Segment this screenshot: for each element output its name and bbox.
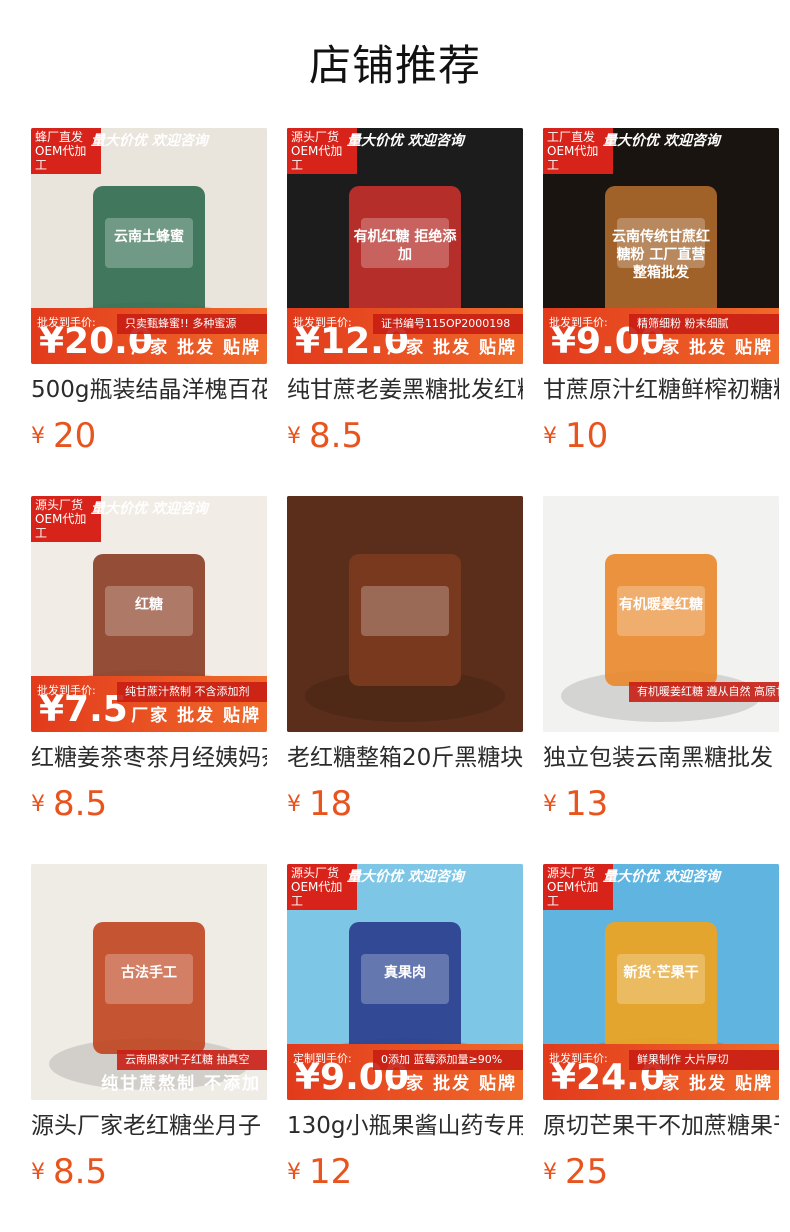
- product-name[interactable]: 独立包装云南黑糖批发: [543, 740, 779, 776]
- price-amount: 18: [309, 784, 353, 824]
- product-name[interactable]: 原切芒果干不加蔗糖果干: [543, 1108, 779, 1144]
- product-price: ¥18: [287, 784, 352, 828]
- product-label: 有机红糖 拒绝添加: [353, 229, 457, 263]
- promo-strip: 鲜果制作 大片厚切: [629, 1050, 779, 1070]
- price-value: ¥7.5: [39, 689, 128, 730]
- product-card[interactable]: 源头厂货 OEM代加工 量大价优 欢迎咨询 真果肉 定制到手价: ¥9.00 0添加 蓝莓…: [287, 864, 523, 1204]
- currency-symbol: ¥: [31, 423, 45, 449]
- product-price: ¥8.5: [31, 784, 107, 828]
- price-amount: 12: [309, 1152, 353, 1192]
- currency-symbol: ¥: [543, 423, 557, 449]
- product-image[interactable]: 源头厂货 OEM代加工 量大价优 欢迎咨询 红糖 批发到手价: ¥7.5 纯甘蔗汁熬制 不…: [31, 496, 267, 732]
- feature-tags: 厂家 批发 贴牌: [387, 338, 517, 358]
- currency-symbol: ¥: [543, 1159, 557, 1185]
- promo-text: 量大价优 欢迎咨询: [603, 133, 720, 149]
- product-name[interactable]: 红糖姜茶枣茶月经姨妈茶: [31, 740, 267, 776]
- currency-symbol: ¥: [287, 1159, 301, 1185]
- product-label: 古法手工: [121, 965, 177, 981]
- product-price: ¥12: [287, 1152, 352, 1196]
- product-image[interactable]: 源头厂货 OEM代加工 量大价优 欢迎咨询 新货·芒果干 批发到手价: ¥24.0 鲜果制…: [543, 864, 779, 1100]
- feature-tags: 厂家 批发 贴牌: [131, 338, 261, 358]
- currency-symbol: ¥: [31, 791, 45, 817]
- product-name[interactable]: 500g瓶装结晶洋槐百花蜂蜜: [31, 372, 267, 408]
- feature-tags: 厂家 批发 贴牌: [643, 338, 773, 358]
- price-amount: 8.5: [309, 416, 364, 456]
- product-name[interactable]: 130g小瓶果酱山药专用: [287, 1108, 523, 1144]
- product-card[interactable]: 源头厂货 OEM代加工 量大价优 欢迎咨询 新货·芒果干 批发到手价: ¥24.0 鲜果制…: [543, 864, 779, 1204]
- price-amount: 8.5: [53, 1152, 108, 1192]
- product-label: 新货·芒果干: [623, 965, 699, 981]
- product-name[interactable]: 源头厂家老红糖坐月子: [31, 1108, 267, 1144]
- product-label: 红糖: [135, 597, 163, 613]
- currency-symbol: ¥: [287, 423, 301, 449]
- product-price: ¥8.5: [31, 1152, 107, 1196]
- promo-text: 量大价优 欢迎咨询: [347, 869, 464, 885]
- page-title: 店铺推荐: [308, 41, 481, 90]
- product-card[interactable]: 老红糖整箱20斤黑糖块 ¥18: [287, 496, 523, 836]
- promo-text: 量大价优 欢迎咨询: [91, 133, 208, 149]
- product-label: 有机暖姜红糖: [619, 597, 703, 613]
- product-price: ¥13: [543, 784, 608, 828]
- promo-text: 量大价优 欢迎咨询: [347, 133, 464, 149]
- product-image[interactable]: 源头厂货 OEM代加工 量大价优 欢迎咨询 真果肉 定制到手价: ¥9.00 0添加 蓝莓…: [287, 864, 523, 1100]
- price-amount: 13: [565, 784, 609, 824]
- price-amount: 20: [53, 416, 97, 456]
- product-card[interactable]: 蜂厂直发 OEM代加工 量大价优 欢迎咨询 云南土蜂蜜 批发到手价: ¥20.0 只卖甄蜂…: [31, 128, 267, 468]
- price-amount: 10: [565, 416, 609, 456]
- currency-symbol: ¥: [287, 791, 301, 817]
- product-image[interactable]: 蜂厂直发 OEM代加工 量大价优 欢迎咨询 云南土蜂蜜 批发到手价: ¥20.0 只卖甄蜂…: [31, 128, 267, 364]
- product-image[interactable]: 工厂直发 OEM代加工 量大价优 欢迎咨询 云南传统甘蔗红糖粉 工厂直营 整箱批发批…: [543, 128, 779, 364]
- price-amount: 25: [565, 1152, 609, 1192]
- product-card[interactable]: 源头厂货 OEM代加工 量大价优 欢迎咨询 红糖 批发到手价: ¥7.5 纯甘蔗汁熬制 不…: [31, 496, 267, 836]
- feature-tags: 厂家 批发 贴牌: [131, 706, 261, 726]
- product-image[interactable]: [287, 496, 523, 732]
- promo-strip: 云南鼎家叶子红糖 抽真空: [117, 1050, 267, 1070]
- promo-strip: 只卖甄蜂蜜!! 多种蜜源: [117, 314, 267, 334]
- product-price: ¥25: [543, 1152, 608, 1196]
- price-amount: 8.5: [53, 784, 108, 824]
- feature-tags: 厂家 批发 贴牌: [387, 1074, 517, 1094]
- product-image[interactable]: 古法手工云南鼎家叶子红糖 抽真空纯甘蔗熬制 不添加: [31, 864, 267, 1100]
- product-price: ¥10: [543, 416, 608, 460]
- feature-tags: 纯甘蔗熬制 不添加: [101, 1074, 261, 1094]
- promo-strip: 有机暖姜红糖 遵从自然 高原甘蔗熬制: [629, 682, 779, 702]
- promo-strip: 0添加 蓝莓添加量≥90%: [373, 1050, 523, 1070]
- promo-text: 量大价优 欢迎咨询: [91, 501, 208, 517]
- feature-tags: 厂家 批发 贴牌: [643, 1074, 773, 1094]
- currency-symbol: ¥: [543, 791, 557, 817]
- promo-text: 量大价优 欢迎咨询: [603, 869, 720, 885]
- product-photo-placeholder: [287, 496, 523, 732]
- promo-strip: 纯甘蔗汁熬制 不含添加剂: [117, 682, 267, 702]
- product-label: 云南土蜂蜜: [114, 229, 184, 245]
- product-price: ¥8.5: [287, 416, 363, 460]
- product-card[interactable]: 源头厂货 OEM代加工 量大价优 欢迎咨询 有机红糖 拒绝添加 批发到手价: ¥12.0…: [287, 128, 523, 468]
- promo-strip: 精筛细粉 粉末细腻: [629, 314, 779, 334]
- product-name[interactable]: 纯甘蔗老姜黑糖批发红糖姜茶: [287, 372, 523, 408]
- product-image[interactable]: 有机暖姜红糖有机暖姜红糖 遵从自然 高原甘蔗熬制: [543, 496, 779, 732]
- product-image[interactable]: 源头厂货 OEM代加工 量大价优 欢迎咨询 有机红糖 拒绝添加 批发到手价: ¥12.0…: [287, 128, 523, 364]
- product-card[interactable]: 古法手工云南鼎家叶子红糖 抽真空纯甘蔗熬制 不添加源头厂家老红糖坐月子 ¥8.5: [31, 864, 267, 1204]
- currency-symbol: ¥: [31, 1159, 45, 1185]
- product-card[interactable]: 有机暖姜红糖有机暖姜红糖 遵从自然 高原甘蔗熬制独立包装云南黑糖批发 ¥13: [543, 496, 779, 836]
- product-label: 云南传统甘蔗红糖粉 工厂直营 整箱批发: [612, 229, 710, 281]
- product-name[interactable]: 老红糖整箱20斤黑糖块: [287, 740, 523, 776]
- product-label: 真果肉: [384, 965, 426, 981]
- product-name[interactable]: 甘蔗原汁红糖鲜榨初糖粉: [543, 372, 779, 408]
- product-price: ¥20: [31, 416, 96, 460]
- product-card[interactable]: 工厂直发 OEM代加工 量大价优 欢迎咨询 云南传统甘蔗红糖粉 工厂直营 整箱批发批…: [543, 128, 779, 468]
- promo-strip: 证书编号115OP2000198: [373, 314, 523, 334]
